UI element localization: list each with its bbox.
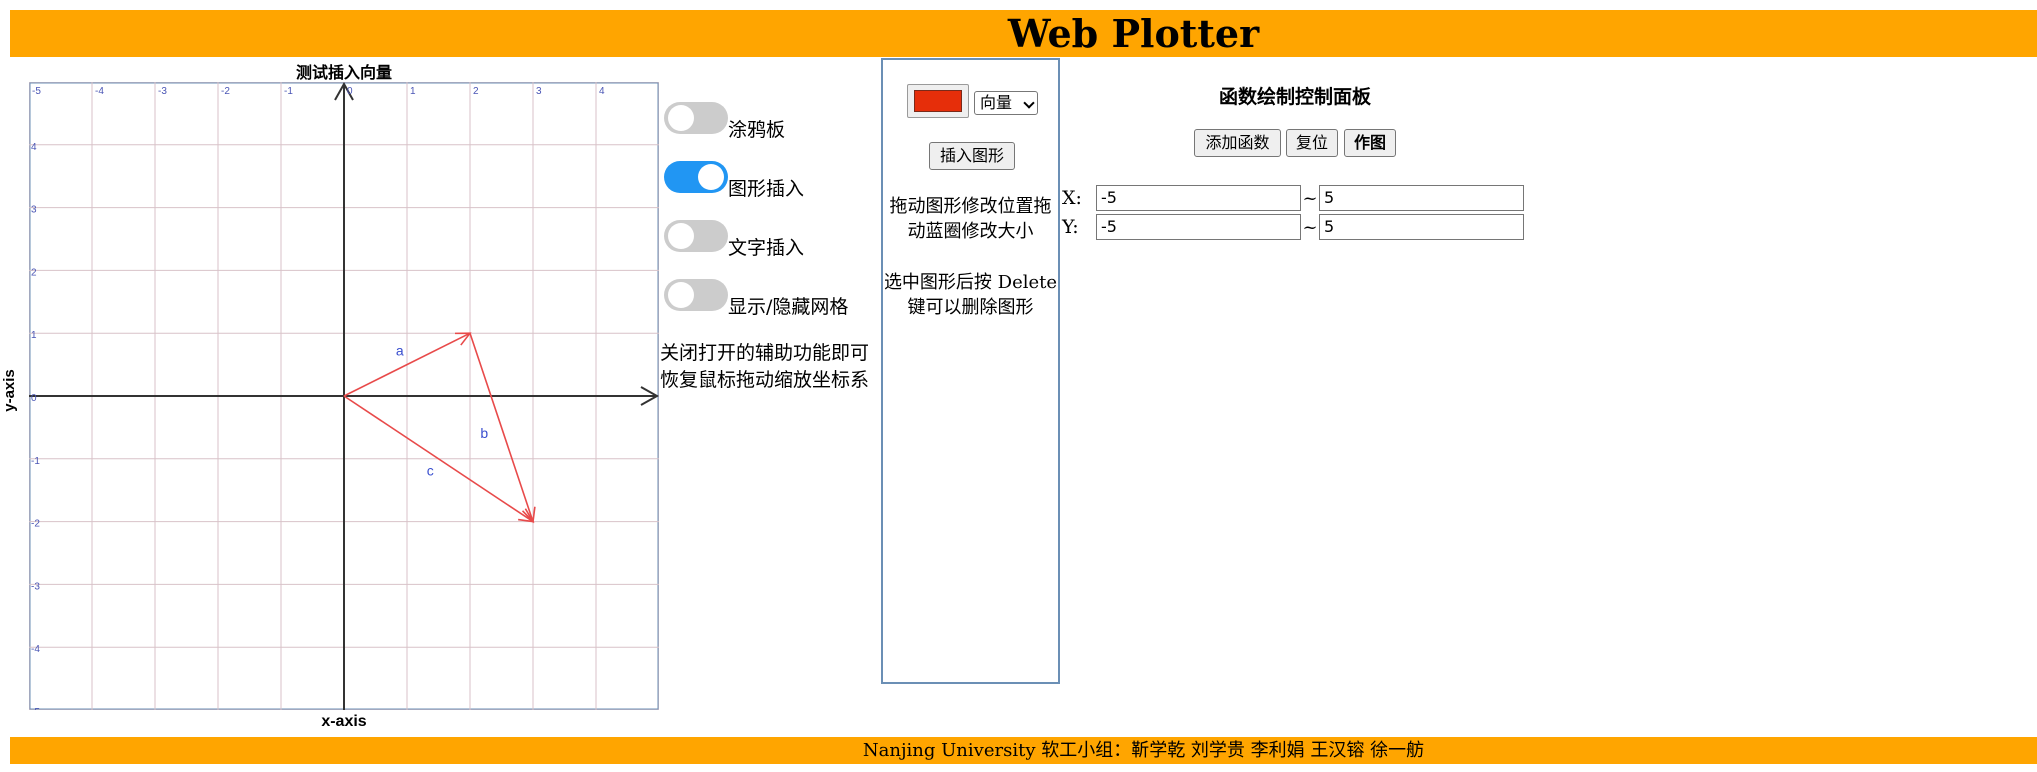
- drag-hint: 拖动图形修改位置拖动蓝圈修改大小: [889, 196, 1052, 242]
- delete-hint: 选中图形后按 Delete 键可以删除图形: [883, 272, 1058, 318]
- y-min-input[interactable]: -5: [1096, 214, 1301, 240]
- x-tick-label: 0: [347, 86, 353, 97]
- y-tick-label: 2: [31, 267, 37, 278]
- range-separator: ~: [1302, 216, 1318, 238]
- shape-insert-toggle[interactable]: [664, 161, 728, 193]
- function-panel-title: 函数绘制控制面板: [1218, 86, 1371, 108]
- y-tick-label: -5: [31, 707, 40, 710]
- y-tick-label: 1: [31, 330, 37, 341]
- y-tick-label: 0: [31, 393, 37, 404]
- chart-title: 测试插入向量: [295, 65, 392, 82]
- add-function-button[interactable]: 添加函数: [1194, 129, 1281, 157]
- shape-insert-panel: 向量 插入图形 拖动图形修改位置拖动蓝圈修改大小 选中图形后按 Delete 键…: [881, 58, 1060, 684]
- toggle-knob: [668, 105, 694, 131]
- plot-button[interactable]: 作图: [1344, 129, 1396, 157]
- x-tick-label: 1: [410, 86, 416, 97]
- y-tick-label: 4: [31, 142, 37, 153]
- toggle-row-shape-insert[interactable]: 图形插入: [664, 159, 804, 199]
- color-swatch: [914, 90, 962, 112]
- toggle-row-grid[interactable]: 显示/隐藏网格: [664, 277, 848, 317]
- y-tick-label: -2: [31, 519, 40, 530]
- restore-hint: 关闭打开的辅助功能即可恢复鼠标拖动缩放坐标系: [660, 342, 870, 391]
- x-tick-label: -5: [32, 86, 41, 97]
- footer-bar: Nanjing University 软工小组：靳学乾 刘学贵 李利娟 王汉镕 …: [10, 737, 2037, 764]
- chevron-down-icon: [1023, 97, 1035, 109]
- y-tick-label: -4: [31, 644, 40, 655]
- toggle-label-grid: 显示/隐藏网格: [728, 296, 849, 318]
- function-control-panel: 函数绘制控制面板 添加函数 复位 作图 X: -5 ~ 5 Y: -5 ~ 5: [1060, 58, 1560, 258]
- vector-label-c: c: [427, 462, 434, 478]
- toggle-label-text-insert: 文字插入: [728, 237, 805, 259]
- toggle-label-shape-insert: 图形插入: [728, 178, 805, 200]
- shape-type-value: 向量: [980, 93, 1013, 112]
- y-tick-label: 3: [31, 205, 37, 216]
- toggle-knob: [698, 164, 724, 190]
- x-tick-label: 2: [473, 86, 479, 97]
- y-tick-label: -1: [31, 456, 40, 467]
- y-axis-label: y-axis: [0, 369, 18, 412]
- y-range-label: Y:: [1062, 216, 1079, 238]
- x-tick-label: -2: [221, 86, 230, 97]
- x-tick-label: 4: [599, 86, 605, 97]
- x-tick-label: -3: [158, 86, 167, 97]
- footer-credits: Nanjing University 软工小组：靳学乾 刘学贵 李利娟 王汉镕 …: [862, 740, 1425, 761]
- x-axis-label: x-axis: [321, 713, 367, 730]
- x-tick-label: -4: [95, 86, 104, 97]
- y-range-row: Y: -5 ~ 5: [1062, 214, 1524, 240]
- plot-area[interactable]: 测试插入向量 -5 -4 -3 -2 -1 0 1 2 3 4 4 3 2 1 0 -1 -2 -3 -4 -5 a b c…: [0, 57, 670, 737]
- toggle-knob: [668, 282, 694, 308]
- doodle-toggle[interactable]: [664, 102, 728, 134]
- x-tick-label: -1: [284, 86, 293, 97]
- toggle-row-doodle[interactable]: 涂鸦板: [664, 100, 785, 140]
- range-separator: ~: [1302, 187, 1318, 209]
- y-tick-label: -3: [31, 581, 40, 592]
- x-range-label: X:: [1062, 187, 1082, 209]
- text-insert-toggle[interactable]: [664, 220, 728, 252]
- header-bar: Web Plotter: [10, 10, 2037, 57]
- x-min-input[interactable]: -5: [1096, 185, 1301, 211]
- grid-toggle[interactable]: [664, 279, 728, 311]
- vector-label-b: b: [480, 425, 488, 441]
- y-max-input[interactable]: 5: [1319, 214, 1524, 240]
- insert-shape-button[interactable]: 插入图形: [929, 142, 1015, 170]
- shape-type-select[interactable]: 向量: [974, 91, 1038, 115]
- vector-label-a: a: [396, 342, 404, 358]
- toggle-knob: [668, 223, 694, 249]
- x-max-input[interactable]: 5: [1319, 185, 1524, 211]
- color-picker[interactable]: [907, 84, 969, 118]
- reset-button[interactable]: 复位: [1286, 129, 1338, 157]
- x-range-row: X: -5 ~ 5: [1062, 185, 1524, 211]
- app-title: Web Plotter: [1007, 11, 1260, 56]
- x-tick-label: 3: [536, 86, 542, 97]
- coordinate-plane[interactable]: -5 -4 -3 -2 -1 0 1 2 3 4 4 3 2 1 0 -1 -2 -3 -4 -5 a b c: [29, 82, 659, 710]
- toggle-row-text-insert[interactable]: 文字插入: [664, 218, 804, 258]
- toggle-label-doodle: 涂鸦板: [728, 119, 786, 141]
